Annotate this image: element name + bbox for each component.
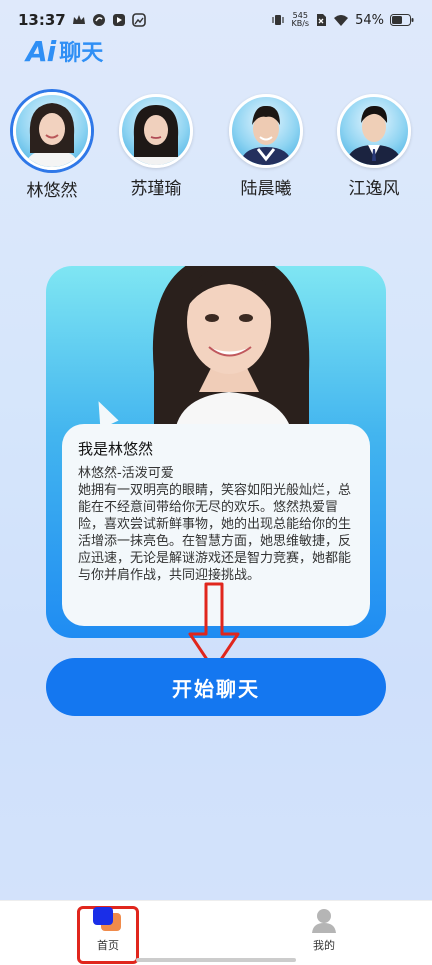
crown-icon [72,14,86,26]
character-portrait [152,266,310,442]
character-avatar [119,94,193,168]
intro-description: 她拥有一双明亮的眼睛，笑容如阳光般灿烂，总能在不经意间带给你无尽的欢乐。悠然热爱… [78,483,352,583]
character-avatar [337,94,411,168]
video-app-icon [112,13,126,27]
nav-home-label: 首页 [97,939,119,952]
profile-icon [311,907,337,933]
character-item-4[interactable]: 江逸风 [324,94,424,199]
status-right: 545 KB/s 54% [271,12,414,28]
no-sim-icon [315,13,327,27]
intro-heading: 我是林悠然 [78,440,154,458]
character-name: 林悠然 [26,181,78,201]
app-notification-icon [92,13,106,27]
character-name: 江逸风 [348,179,400,199]
app-logo: Ai [26,34,56,68]
bottom-nav: 首页 我的 [0,900,432,965]
character-avatar [13,92,91,170]
nav-home[interactable]: 首页 [68,907,148,953]
character-item-2[interactable]: 苏瑾瑜 [106,94,206,199]
wifi-icon [333,14,349,27]
gallery-app-icon [131,13,146,27]
character-name: 陆晨曦 [240,179,292,199]
character-name: 苏瑾瑜 [130,179,182,199]
status-time: 13:37 [18,11,66,29]
home-indicator[interactable] [136,958,296,962]
home-icon [93,907,123,933]
intro-subtitle: 林悠然-活泼可爱 [78,466,174,481]
app-title: 聊天 [59,41,104,66]
start-chat-button[interactable]: 开始聊天 [46,658,386,716]
nav-mine-label: 我的 [313,939,335,952]
status-left: 13:37 [18,11,146,29]
app-header: Ai 聊天 [26,34,103,68]
character-list: 林悠然 苏瑾瑜 陆晨曦 江逸风 [0,90,432,201]
character-item-3[interactable]: 陆晨曦 [216,94,316,199]
battery-icon [390,14,414,26]
vibrate-icon [271,13,285,27]
battery-percent: 54% [355,12,384,28]
net-speed: 545 KB/s [291,12,309,28]
nav-mine[interactable]: 我的 [284,907,364,953]
character-item-1[interactable]: 林悠然 [2,92,102,201]
character-avatar [229,94,303,168]
net-speed-unit: KB/s [291,19,310,28]
